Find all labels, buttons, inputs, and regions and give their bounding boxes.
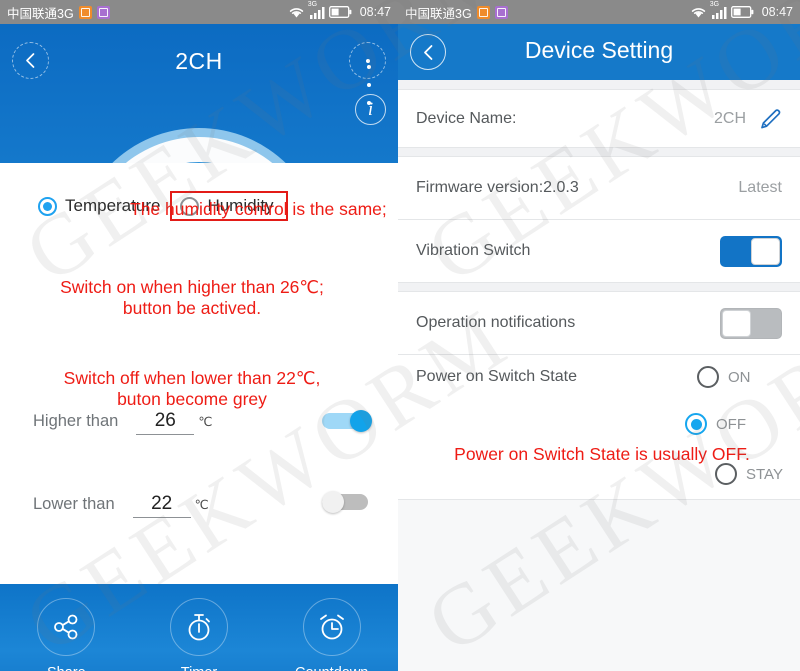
wifi-icon xyxy=(289,7,303,17)
radio-temperature-icon xyxy=(38,196,57,216)
toggle-knob xyxy=(722,309,751,337)
condition-lower-unit: ℃ xyxy=(194,498,209,512)
device-name-label: Device Name: xyxy=(416,109,517,127)
info-icon: i xyxy=(367,99,374,120)
switch-thumb xyxy=(322,491,344,513)
firmware-label: Firmware version:2.0.3 xyxy=(416,179,579,196)
condition-higher-value[interactable]: 26 xyxy=(136,410,195,435)
page-title-right: Device Setting xyxy=(524,37,674,63)
switch-thumb xyxy=(350,410,372,432)
clock-label: 08:47 xyxy=(761,5,793,19)
purple-app-icon xyxy=(494,5,508,19)
tab-countdown[interactable]: Countdown xyxy=(265,598,398,671)
annotation-power-state: Power on Switch State is usually OFF. xyxy=(454,444,750,464)
pencil-edit-icon[interactable] xyxy=(758,107,782,131)
condition-higher-row: Higher than 26 ℃ xyxy=(33,410,212,435)
switch-higher-than[interactable] xyxy=(322,410,372,432)
left-phone-panel: 中国联通3G 3G 08:47 2CH i Temperature Humidi… xyxy=(0,0,398,671)
clock-label: 08:47 xyxy=(359,5,391,19)
status-icons: 3G 08:47 xyxy=(690,1,793,19)
power-option-stay-label: STAY xyxy=(746,465,783,483)
annotation-switch-off: Switch off when lower than 22℃, buton be… xyxy=(63,368,321,409)
operation-notifications-label: Operation notifications xyxy=(416,314,576,331)
page-title-left: 2CH xyxy=(175,48,223,74)
purple-app-icon xyxy=(96,5,110,19)
toggle-knob xyxy=(751,237,780,265)
status-icons: 3G 08:47 xyxy=(288,1,391,19)
stopwatch-icon xyxy=(188,614,210,641)
divider-1 xyxy=(398,147,800,157)
left-body: Temperature Humidity Higher than 26 ℃ Lo… xyxy=(0,163,398,671)
condition-lower-row: Lower than 22 ℃ xyxy=(33,493,209,518)
row-power-on-state: Power on Switch State ON xyxy=(398,355,800,399)
right-phone-panel: 中国联通3G 3G 08:47 Device Setting Device Na… xyxy=(398,0,800,671)
list-bottom-filler xyxy=(398,500,800,671)
battery-icon xyxy=(730,6,754,18)
row-device-name[interactable]: Device Name: 2CH xyxy=(398,90,800,147)
radio-stay-icon xyxy=(715,463,737,485)
divider-3 xyxy=(398,282,800,292)
wifi-icon xyxy=(691,7,705,17)
power-on-state-label: Power on Switch State xyxy=(416,368,577,385)
right-app-header: Device Setting xyxy=(398,24,800,80)
bottom-tab-bar: Share Timer xyxy=(0,584,398,671)
status-bar-left: 中国联通3G 3G 08:47 xyxy=(0,0,398,24)
alarm-clock-icon xyxy=(319,614,344,640)
vibration-switch-label: Vibration Switch xyxy=(416,242,531,259)
status-bar-right: 中国联通3G 3G 08:47 xyxy=(398,0,800,24)
battery-icon xyxy=(328,6,352,18)
tab-countdown-label: Countdown xyxy=(295,665,368,671)
annotation-humidity: The humidity control is the same; xyxy=(130,199,387,219)
orange-app-icon xyxy=(476,5,490,19)
radio-off-icon xyxy=(685,413,707,435)
condition-lower-label: Lower than xyxy=(33,495,115,513)
row-vibration-switch[interactable]: Vibration Switch xyxy=(398,220,800,282)
left-app-header: 2CH i xyxy=(0,24,398,248)
power-option-off-label: OFF xyxy=(716,415,746,433)
annotation-switch-on: Switch on when higher than 26℃; button b… xyxy=(60,277,324,318)
row-firmware[interactable]: Firmware version:2.0.3 Latest xyxy=(398,157,800,219)
info-button[interactable]: i xyxy=(355,94,386,125)
list-top-gap xyxy=(398,80,800,90)
power-option-off-row: OFF xyxy=(398,399,800,439)
switch-lower-than[interactable] xyxy=(322,491,372,513)
carrier-label: 中国联通3G xyxy=(405,6,472,21)
condition-lower-value[interactable]: 22 xyxy=(132,493,191,518)
device-name-value: 2CH xyxy=(713,109,746,127)
network-type-label: 3G xyxy=(709,0,720,8)
screenshot-root: 中国联通3G 3G 08:47 2CH i Temperature Humidi… xyxy=(0,0,800,671)
radio-on-icon xyxy=(697,366,719,388)
row-operation-notifications[interactable]: Operation notifications xyxy=(398,292,800,354)
tab-timer-circle xyxy=(170,598,228,656)
tab-timer-label: Timer xyxy=(181,665,218,671)
more-button[interactable] xyxy=(349,42,386,106)
share-icon xyxy=(54,614,78,640)
tab-share-label: Share xyxy=(47,665,86,671)
condition-higher-label: Higher than xyxy=(33,412,119,430)
power-option-on[interactable]: ON xyxy=(697,366,782,388)
tab-share-circle xyxy=(37,598,96,656)
power-option-on-label: ON xyxy=(728,368,751,386)
tab-timer[interactable]: Timer xyxy=(133,598,266,671)
firmware-status: Latest xyxy=(738,179,782,196)
condition-higher-unit: ℃ xyxy=(198,415,213,429)
vibration-switch-toggle[interactable] xyxy=(720,235,782,267)
carrier-label: 中国联通3G xyxy=(7,6,74,21)
settings-list: Device Name: 2CH Firmware version:2.0.3 … xyxy=(398,80,800,671)
power-option-stay[interactable]: STAY xyxy=(398,463,800,485)
more-dots-icon xyxy=(365,58,371,106)
network-type-label: 3G xyxy=(307,0,318,8)
operation-notifications-toggle[interactable] xyxy=(720,307,782,339)
tab-countdown-circle xyxy=(302,598,361,656)
tab-share[interactable]: Share xyxy=(0,598,133,671)
orange-app-icon xyxy=(78,5,92,19)
power-option-off[interactable]: OFF xyxy=(398,413,800,435)
